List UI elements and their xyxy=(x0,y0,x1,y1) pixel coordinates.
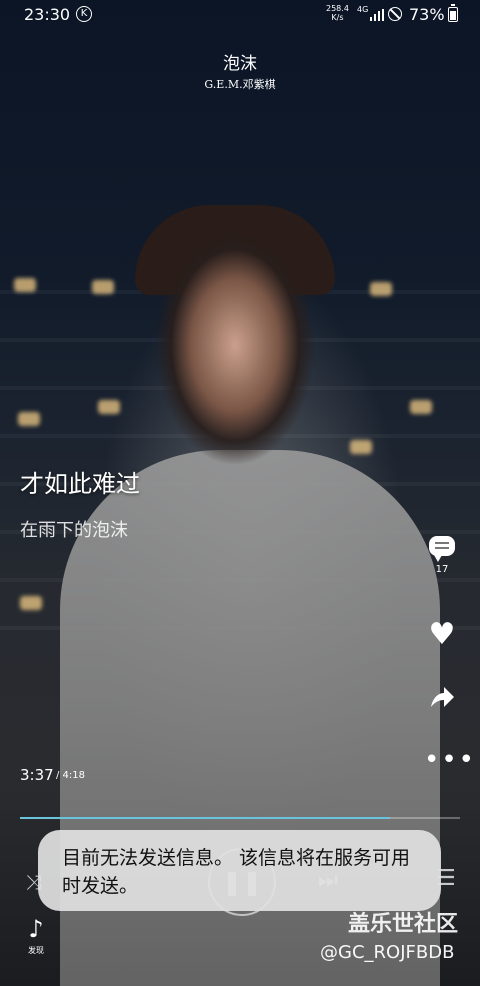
lyric-current-line[interactable]: 才如此难过 xyxy=(20,464,140,499)
person-face xyxy=(150,215,320,475)
k-app-icon: K xyxy=(76,6,92,22)
window-light xyxy=(18,412,40,426)
discover-icon: ♪ xyxy=(28,915,44,943)
network-speed: 258.4 K/s xyxy=(326,4,349,22)
watermark-user: @GC_ROJFBDB xyxy=(320,942,455,963)
discover-label: 发现 xyxy=(28,946,44,955)
more-options-button[interactable]: ••• xyxy=(424,747,474,773)
window-light xyxy=(410,400,432,414)
lyric-next-line[interactable]: 在雨下的泡沫 xyxy=(20,516,128,542)
status-time: 23:30 xyxy=(24,5,71,24)
window-light xyxy=(350,440,372,454)
comment-count: 17 xyxy=(435,564,449,575)
window-light xyxy=(98,400,120,414)
comment-icon xyxy=(429,536,455,562)
share-icon xyxy=(431,687,454,707)
window-light xyxy=(14,278,36,292)
battery-percent: 73% xyxy=(409,5,445,24)
comment-button[interactable]: 17 xyxy=(424,536,460,575)
toast-message: 目前无法发送信息。 该信息将在服务可用时发送。 xyxy=(38,830,441,911)
like-button[interactable]: ♥ xyxy=(424,620,460,650)
share-button[interactable] xyxy=(424,683,460,717)
window-light xyxy=(92,280,114,294)
battery-icon xyxy=(448,4,458,22)
more-icon: ••• xyxy=(424,745,477,775)
current-time: 3:37 xyxy=(20,766,54,784)
status-bar: 23:30 K 258.4 K/s 4G 73% xyxy=(0,0,480,30)
artist-name[interactable]: G.E.M.邓紫棋 xyxy=(0,76,480,92)
watermark-brand: 盖乐世社区 xyxy=(348,912,459,937)
signal-icon xyxy=(370,9,384,21)
heart-icon: ♥ xyxy=(428,617,456,652)
progress-bar[interactable] xyxy=(20,817,460,819)
window-light xyxy=(370,282,392,296)
progress-fill xyxy=(20,817,390,819)
discover-tab[interactable]: ♪ 发现 xyxy=(18,915,54,956)
total-time: / 4:18 xyxy=(56,770,86,781)
do-not-disturb-icon xyxy=(388,7,402,21)
network-type: 4G xyxy=(357,5,369,14)
window-light xyxy=(20,596,42,610)
song-title: 泡沫 xyxy=(223,54,257,74)
